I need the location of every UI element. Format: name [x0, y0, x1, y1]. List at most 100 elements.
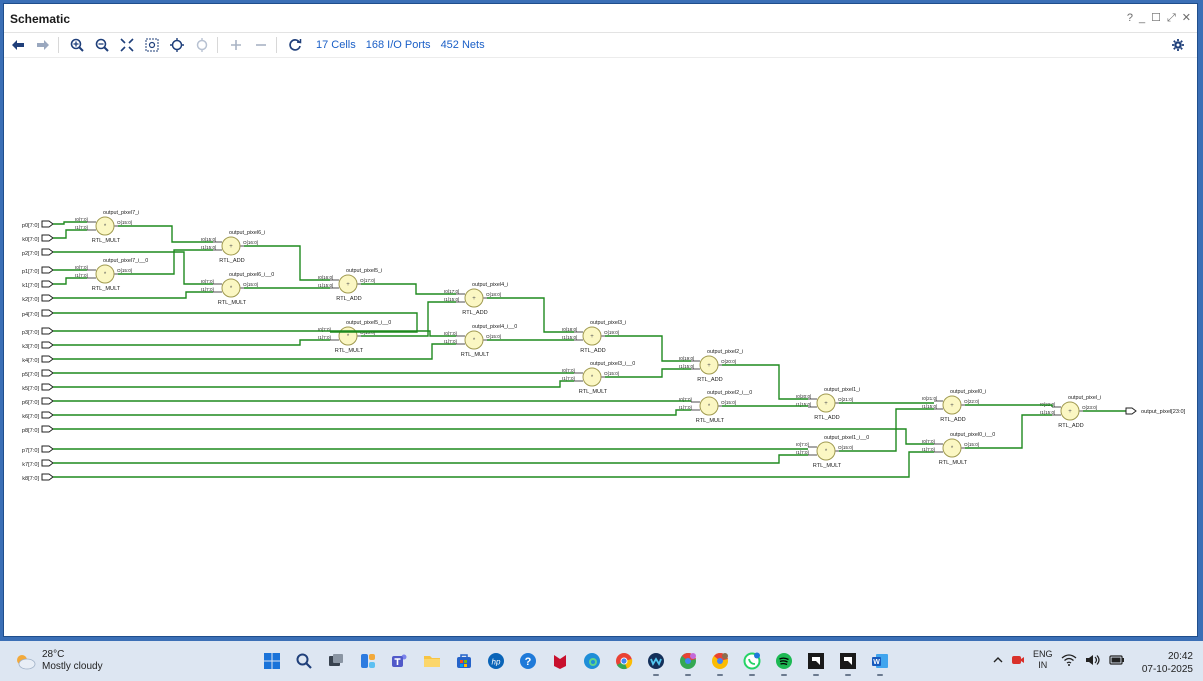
chevron-up-icon[interactable] [993, 655, 1003, 665]
net-wire[interactable] [53, 277, 87, 285]
net-wire[interactable] [53, 454, 808, 464]
input-port-label: k8[7:0] [22, 476, 39, 482]
pin-label: I1[7:0] [201, 287, 214, 292]
language-indicator[interactable]: ENG IN [1033, 649, 1053, 671]
wifi-icon[interactable] [1061, 654, 1077, 666]
teams-icon[interactable] [387, 649, 413, 673]
vivado-icon[interactable] [803, 649, 829, 676]
chrome-icon[interactable] [611, 649, 637, 673]
zoom-in-icon[interactable] [66, 35, 88, 55]
windows-start-icon[interactable] [259, 649, 285, 673]
back-icon[interactable] [7, 35, 29, 55]
mcafee-icon[interactable] [547, 649, 573, 673]
cell-operator: + [824, 401, 828, 407]
input-port-icon[interactable] [41, 383, 54, 391]
input-port-icon[interactable] [41, 309, 54, 317]
select-icon[interactable] [166, 35, 188, 55]
webex-icon[interactable] [643, 649, 669, 676]
search-icon[interactable] [291, 649, 317, 673]
input-port-label: p5[7:0] [22, 372, 40, 378]
zoom-area-icon[interactable] [141, 35, 163, 55]
float-button[interactable]: ⤢ [1167, 11, 1176, 25]
cell-type-label: RTL_ADD [336, 296, 361, 302]
input-port-icon[interactable] [41, 355, 54, 363]
add-icon[interactable] [225, 35, 247, 55]
cell-name: output_pixel2_i [707, 349, 743, 355]
chrome-profile2-icon[interactable] [707, 649, 733, 676]
vivado2-icon[interactable] [835, 649, 861, 676]
restore-button[interactable]: ☐ [1151, 11, 1161, 25]
input-port-icon[interactable] [41, 266, 54, 274]
cell-name: output_pixel1_i [824, 387, 860, 393]
net-wire[interactable] [53, 343, 456, 360]
help-button[interactable]: ? [1127, 11, 1133, 25]
cell-type-label: RTL_MULT [92, 238, 121, 244]
spotify-icon[interactable] [771, 649, 797, 676]
file-explorer-icon[interactable] [419, 649, 445, 673]
input-port-icon[interactable] [41, 445, 54, 453]
input-port-icon[interactable] [41, 234, 54, 242]
input-port-icon[interactable] [41, 411, 54, 419]
edge-icon[interactable] [579, 649, 605, 673]
net-wire[interactable] [53, 451, 934, 478]
output-port-icon[interactable] [1125, 407, 1137, 415]
cell-name: output_pixel4_i [472, 282, 508, 288]
store-icon[interactable] [451, 649, 477, 673]
input-port-icon[interactable] [41, 397, 54, 405]
remove-icon[interactable] [250, 35, 272, 55]
net-wire[interactable] [118, 225, 213, 243]
net-wire[interactable] [361, 283, 456, 295]
deselect-icon[interactable] [191, 35, 213, 55]
meet-now-icon[interactable] [1011, 654, 1025, 666]
input-port-icon[interactable] [41, 425, 54, 433]
input-port-icon[interactable] [41, 369, 54, 377]
hp-icon[interactable]: hp [483, 649, 509, 673]
battery-icon[interactable] [1108, 654, 1125, 666]
input-port-label: k2[7:0] [22, 297, 39, 303]
cell-name: output_pixel3_i__0 [590, 361, 635, 367]
net-wire[interactable] [965, 404, 1053, 407]
input-port-icon[interactable] [41, 280, 54, 288]
support-icon[interactable]: ? [515, 649, 541, 673]
chrome-profile-icon[interactable] [675, 649, 701, 676]
task-view-icon[interactable] [323, 649, 349, 673]
input-port-icon[interactable] [41, 327, 54, 335]
minimize-button[interactable]: _ [1139, 11, 1145, 25]
widgets-icon[interactable] [355, 649, 381, 673]
close-button[interactable]: ✕ [1182, 11, 1191, 25]
input-port-icon[interactable] [41, 473, 54, 481]
cells-count-link[interactable]: 17 Cells [316, 39, 356, 51]
input-port-icon[interactable] [41, 220, 54, 228]
schematic-canvas[interactable]: p0[7:0] k0[7:0] p2[7:0] p1[7:0] k1[7:0] k2[7:… [4, 58, 1197, 636]
gear-icon[interactable] [1167, 35, 1189, 55]
clock[interactable]: 20:42 07-10-2025 [1142, 650, 1193, 676]
io-ports-count-link[interactable]: 168 I/O Ports [366, 39, 431, 51]
volume-icon[interactable] [1085, 654, 1101, 666]
input-port-icon[interactable] [41, 341, 54, 349]
cell-type-label: RTL_MULT [461, 352, 490, 358]
cell-name: output_pixel5_i__0 [346, 320, 391, 326]
net-wire[interactable] [53, 409, 691, 416]
whatsapp-icon[interactable] [739, 649, 765, 676]
net-wire[interactable] [53, 221, 87, 225]
fit-icon[interactable] [116, 35, 138, 55]
refresh-icon[interactable] [284, 35, 306, 55]
input-port-label: p6[7:0] [22, 400, 40, 406]
net-wire[interactable] [53, 291, 213, 299]
toolbar-divider [217, 37, 218, 53]
svg-text:hp: hp [492, 658, 501, 667]
input-port-icon[interactable] [41, 294, 54, 302]
title-bar: Schematic ? _ ☐ ⤢ ✕ [4, 4, 1197, 33]
forward-icon[interactable] [32, 35, 54, 55]
cell-operator: + [1068, 409, 1072, 415]
weather-widget[interactable]: 28°C Mostly cloudy [14, 649, 103, 673]
net-wire[interactable] [53, 339, 330, 346]
net-wire[interactable] [53, 229, 87, 239]
input-port-icon[interactable] [41, 459, 54, 467]
weather-desc: Mostly cloudy [42, 661, 103, 672]
net-wire[interactable] [53, 380, 574, 388]
word-icon[interactable]: W [867, 649, 893, 676]
input-port-icon[interactable] [41, 248, 54, 256]
zoom-out-icon[interactable] [91, 35, 113, 55]
nets-count-link[interactable]: 452 Nets [441, 39, 485, 51]
